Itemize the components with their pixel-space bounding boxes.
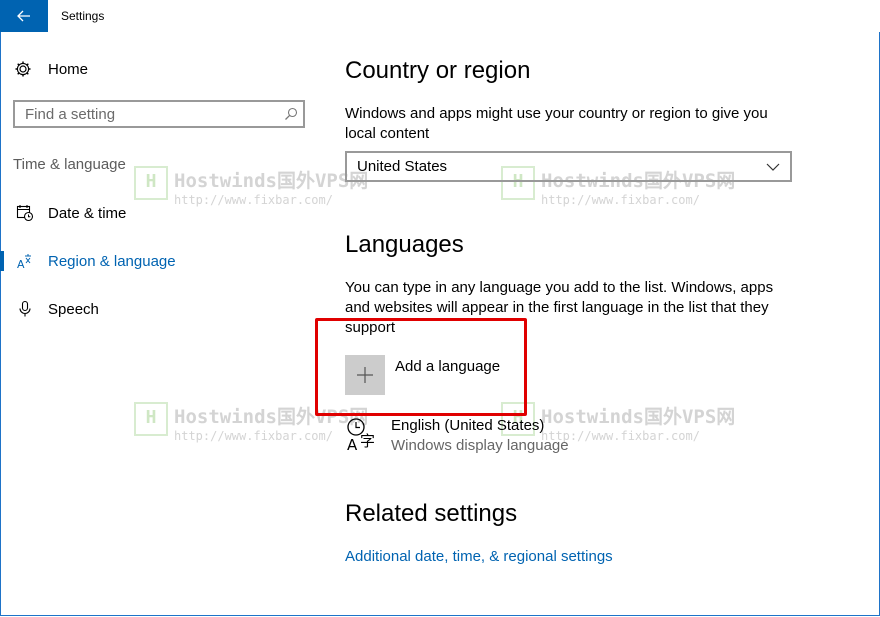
language-name: English (United States) xyxy=(391,417,545,434)
region-language-icon: A xyxy=(16,252,42,270)
highlight-box xyxy=(315,318,527,416)
languages-heading: Languages xyxy=(345,231,464,258)
sidebar-item-date-time[interactable]: Date & time xyxy=(0,199,320,227)
gear-icon xyxy=(15,61,31,77)
search-box[interactable] xyxy=(13,100,305,128)
svg-text:A: A xyxy=(347,436,358,454)
language-detail: Windows display language xyxy=(391,437,569,454)
search-input[interactable] xyxy=(15,104,279,124)
country-dropdown[interactable]: United States xyxy=(345,151,792,182)
home-nav-item[interactable]: Home xyxy=(14,58,88,80)
chevron-down-icon xyxy=(766,163,780,171)
svg-text:字: 字 xyxy=(360,432,375,450)
active-indicator xyxy=(0,251,4,271)
country-heading: Country or region xyxy=(345,57,531,84)
back-arrow-icon xyxy=(17,10,30,22)
sidebar-item-label: Speech xyxy=(48,300,99,318)
window-title: Settings xyxy=(61,9,105,23)
search-icon[interactable] xyxy=(279,107,303,121)
section-label: Time & language xyxy=(13,156,126,173)
sidebar-item-speech[interactable]: Speech xyxy=(0,295,320,323)
svg-text:A: A xyxy=(17,258,25,270)
additional-settings-link[interactable]: Additional date, time, & regional settin… xyxy=(345,548,613,565)
home-label: Home xyxy=(48,60,89,78)
country-selected-value: United States xyxy=(357,158,448,175)
related-heading: Related settings xyxy=(345,500,518,527)
sidebar-item-label: Date & time xyxy=(48,204,127,222)
language-icon: A 字 xyxy=(345,416,381,456)
sidebar-item-region-language[interactable]: A Region & language xyxy=(0,247,320,275)
language-list-item[interactable]: A 字 English (United States) Windows disp… xyxy=(345,416,569,456)
calendar-clock-icon xyxy=(16,204,42,222)
back-button[interactable] xyxy=(0,0,48,32)
sidebar-item-label: Region & language xyxy=(48,252,176,270)
title-bar: Settings xyxy=(0,0,880,32)
country-description: Windows and apps might use your country … xyxy=(345,105,768,142)
microphone-icon xyxy=(16,300,42,318)
